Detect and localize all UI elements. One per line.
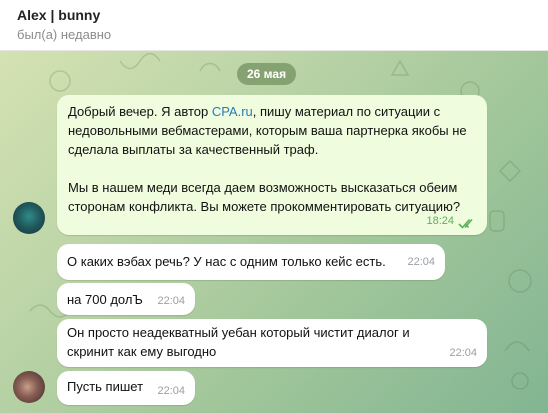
outgoing-message[interactable]: Добрый вечер. Я автор CPA.ru, пишу матер… [57, 95, 487, 235]
message-time: 22:04 [157, 295, 185, 307]
chat-header[interactable]: Alex | bunny был(а) недавно [0, 0, 548, 51]
chat-area[interactable]: 26 мая Добрый вечер. Я автор CPA.ru, пиш… [0, 51, 548, 413]
sender-avatar[interactable] [13, 371, 45, 403]
incoming-message[interactable]: О каких вэбах речь? У нас с одним только… [57, 244, 445, 280]
message-link[interactable]: CPA.ru [212, 104, 253, 119]
chat-title[interactable]: Alex | bunny [17, 7, 100, 23]
message-text: Добрый вечер. Я автор CPA.ru, пишу матер… [68, 104, 467, 214]
incoming-message[interactable]: Он просто неадекватный уебан который чис… [57, 319, 487, 367]
message-time: 18:24 [426, 215, 454, 227]
message-time: 22:04 [157, 385, 185, 397]
date-separator: 26 мая [237, 63, 297, 85]
double-check-icon [458, 218, 473, 229]
sender-avatar[interactable] [13, 202, 45, 234]
message-time: 22:04 [449, 347, 477, 359]
message-text: Он просто неадекватный уебан который чис… [67, 325, 410, 359]
message-text: О каких вэбах речь? У нас с одним только… [67, 254, 386, 269]
incoming-message[interactable]: Пусть пишет 22:04 [57, 371, 195, 405]
chat-status: был(а) недавно [17, 27, 112, 42]
message-time: 22:04 [407, 256, 435, 268]
incoming-message[interactable]: на 700 долЪ 22:04 [57, 283, 195, 315]
